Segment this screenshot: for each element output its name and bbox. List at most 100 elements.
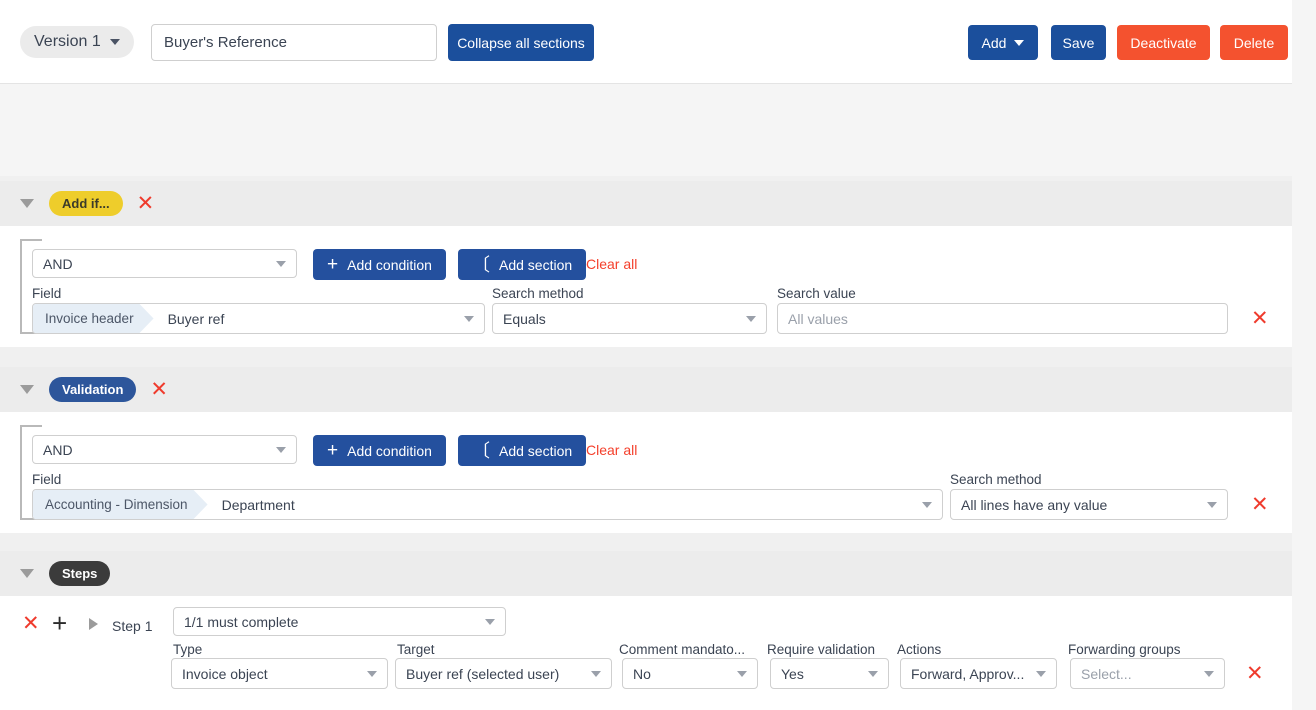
plus-icon: + [327,441,338,460]
version-label: Version 1 [34,33,101,51]
step-completion-rule-select[interactable]: 1/1 must complete [173,607,506,636]
step-field-label-actions: Actions [897,642,941,657]
search-value-label: Search value [777,286,856,301]
triangle-down-icon[interactable] [20,569,34,578]
delete-button[interactable]: Delete [1220,25,1288,60]
step-completion-rule-value: 1/1 must complete [184,614,298,630]
section-body-steps: ✕ + Step 1 1/1 must complete Type Invoic… [0,596,1292,710]
add-section-label: Add section [499,257,572,273]
add-button[interactable]: Add [968,25,1038,60]
step-actions-select[interactable]: Forward, Approv... [900,658,1057,689]
chevron-down-icon [1207,502,1217,508]
close-icon[interactable]: ✕ [150,379,168,400]
workflow-options-bar: Exclusive Re-evaluate steps Retain Exist… [0,84,1292,176]
chevron-down-icon [1036,671,1046,677]
deactivate-button[interactable]: Deactivate [1117,25,1210,60]
remove-step-icon[interactable]: ✕ [22,613,40,634]
step-actions-value: Forward, Approv... [911,666,1024,682]
logical-operator-select[interactable]: AND [32,435,297,464]
field-label: Field [32,472,61,487]
logical-operator-value: AND [43,256,73,272]
chevron-down-icon [276,261,286,267]
step-field-label-target: Target [397,642,435,657]
triangle-down-icon[interactable] [20,199,34,208]
field-chip: Accounting - Dimension [33,490,208,519]
step-target-select[interactable]: Buyer ref (selected user) [395,658,612,689]
chevron-down-icon [1014,40,1024,46]
step-require-validation-select[interactable]: Yes [770,658,889,689]
remove-step-row-icon[interactable]: ✕ [1246,663,1264,684]
logical-operator-value: AND [43,442,73,458]
step-require-validation-value: Yes [781,666,804,682]
search-value-placeholder: All values [788,311,848,327]
add-condition-label: Add condition [347,443,432,459]
chevron-down-icon [737,671,747,677]
search-value-input[interactable]: All values [777,303,1228,334]
version-selector[interactable]: Version 1 [20,26,134,58]
step-type-select[interactable]: Invoice object [171,658,388,689]
search-method-select[interactable]: All lines have any value [950,489,1228,520]
workflow-name-input[interactable] [151,24,437,61]
add-condition-button[interactable]: + Add condition [313,249,446,280]
chevron-down-icon [922,502,932,508]
chevron-down-icon [485,619,495,625]
step-field-label-require-validation: Require validation [767,642,875,657]
chevron-down-icon [276,447,286,453]
search-method-value: Equals [503,311,546,327]
chevron-down-icon [367,671,377,677]
section-tag-steps[interactable]: Steps [49,561,110,586]
section-body-validation: AND + Add condition 〔 Add section Clear … [0,412,1292,533]
bracket-icon: 〔 [472,442,490,460]
triangle-down-icon[interactable] [20,385,34,394]
logical-operator-select[interactable]: AND [32,249,297,278]
add-condition-label: Add condition [347,257,432,273]
close-icon[interactable]: ✕ [137,193,155,214]
clear-all-button[interactable]: Clear all [586,442,637,458]
plus-icon: + [327,255,338,274]
collapse-all-sections-button[interactable]: Collapse all sections [448,24,594,61]
section-tag-add-if[interactable]: Add if... [49,191,123,216]
clear-all-button[interactable]: Clear all [586,256,637,272]
add-section-label: Add section [499,443,572,459]
search-method-select[interactable]: Equals [492,303,767,334]
add-section-button[interactable]: 〔 Add section [458,435,586,466]
chevron-down-icon [110,39,120,45]
remove-condition-icon[interactable]: ✕ [1251,494,1269,515]
search-method-value: All lines have any value [961,497,1107,513]
triangle-right-icon[interactable] [89,618,98,630]
field-value: Department [208,497,295,513]
save-button[interactable]: Save [1051,25,1106,60]
editor-canvas: Version 1 Collapse all sections Add Save… [0,0,1292,710]
add-section-button[interactable]: 〔 Add section [458,249,586,280]
step-forwarding-groups-select[interactable]: Select... [1070,658,1225,689]
chevron-down-icon [746,316,756,322]
add-condition-button[interactable]: + Add condition [313,435,446,466]
section-header-add-if: Add if... ✕ [0,181,1292,226]
step-field-label-comment-mandatory: Comment mandato... [619,642,745,657]
field-chip: Invoice header [33,304,154,333]
step-field-label-forwarding-groups: Forwarding groups [1068,642,1181,657]
field-select[interactable]: Accounting - Dimension Department [32,489,943,520]
field-label: Field [32,286,61,301]
section-body-add-if: AND + Add condition 〔 Add section Clear … [0,226,1292,347]
add-step-icon[interactable]: + [52,610,67,636]
chevron-down-icon [591,671,601,677]
section-header-validation: Validation ✕ [0,367,1292,412]
step-comment-mandatory-select[interactable]: No [622,658,758,689]
step-forwarding-groups-placeholder: Select... [1081,666,1132,682]
search-method-label: Search method [950,472,1042,487]
remove-condition-icon[interactable]: ✕ [1251,308,1269,329]
add-button-label: Add [982,35,1007,51]
step-type-value: Invoice object [182,666,268,682]
right-gutter [1292,0,1316,710]
workflow-editor-page: Version 1 Collapse all sections Add Save… [0,0,1316,710]
step-name: Step 1 [112,618,152,634]
section-header-steps: Steps [0,551,1292,596]
step-field-label-type: Type [173,642,202,657]
bracket-icon: 〔 [472,256,490,274]
step-comment-mandatory-value: No [633,666,651,682]
search-method-label: Search method [492,286,584,301]
section-tag-validation[interactable]: Validation [49,377,136,402]
field-select[interactable]: Invoice header Buyer ref [32,303,485,334]
field-value: Buyer ref [154,311,225,327]
